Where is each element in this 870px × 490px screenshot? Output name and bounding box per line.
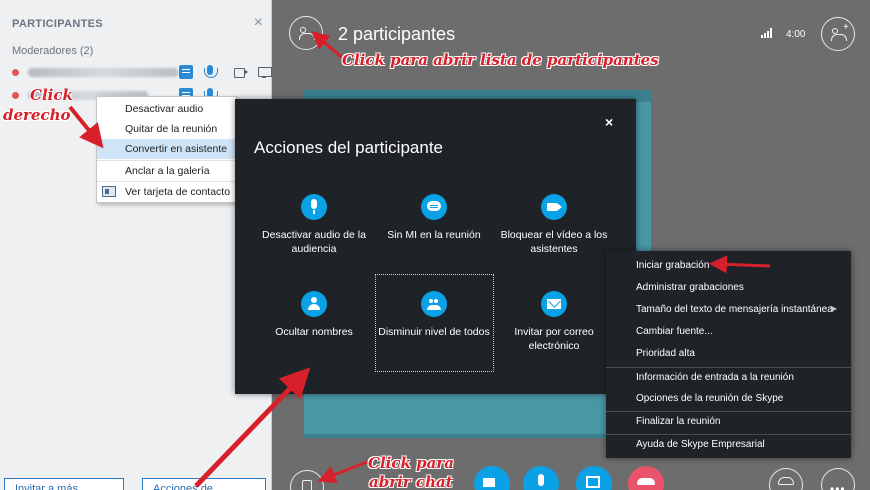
- annotation-click-participants-list: Click para abrir lista de participantes: [342, 51, 659, 69]
- annotation-click-chat-line1: Click para: [368, 454, 454, 472]
- annotation-click-chat-line2: abrir chat: [369, 473, 453, 490]
- annotation-right-click-line1: Click: [30, 86, 73, 104]
- arrow-to-chat-button: [317, 460, 368, 484]
- skype-meeting-window: PARTICIPANTES × Moderadores (2) Invitar …: [0, 0, 870, 490]
- arrow-to-participants-button: [311, 31, 346, 62]
- annotation-arrows: [68, 31, 771, 488]
- arrow-to-start-recording: [709, 255, 771, 274]
- arrow-to-actions-dialog: [194, 367, 311, 488]
- annotation-right-click-line2: derecho: [3, 106, 71, 124]
- arrow-to-context-menu: [68, 105, 104, 149]
